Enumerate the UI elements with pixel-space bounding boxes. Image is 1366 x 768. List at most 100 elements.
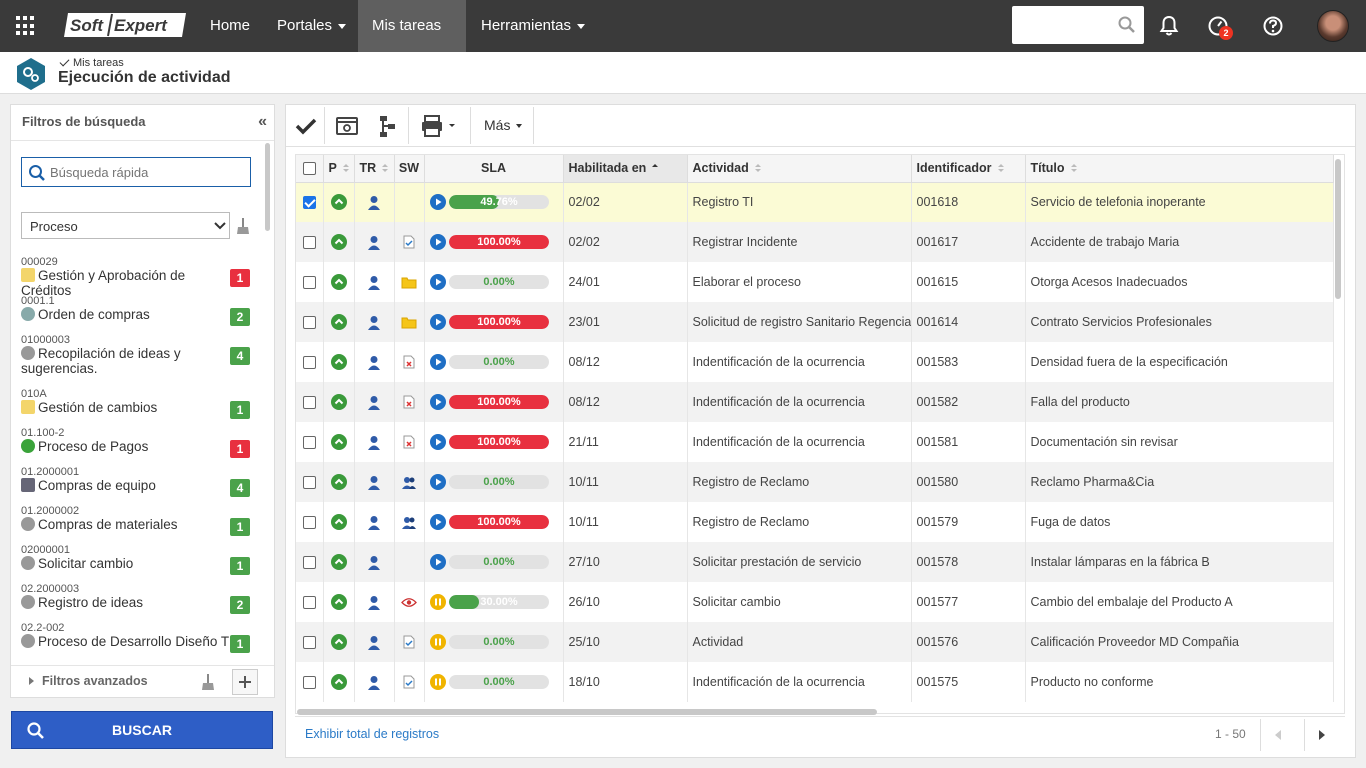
search-button[interactable]: BUSCAR [11, 711, 273, 749]
row-select-cell[interactable] [296, 622, 324, 662]
column-header-tr[interactable]: TR [354, 155, 395, 183]
row-checkbox[interactable] [302, 516, 316, 530]
grid-horizontal-scrollbar[interactable] [297, 709, 877, 715]
process-type-select[interactable]: Proceso [21, 212, 230, 239]
table-row[interactable]: 0.00% 10/11 Registro de Reclamo 001580 Recla… [296, 462, 1334, 502]
nav-mis-tareas[interactable]: Mis tareas [358, 0, 466, 81]
search-icon[interactable] [1118, 16, 1136, 34]
row-checkbox[interactable] [302, 596, 316, 610]
row-checkbox[interactable] [302, 236, 316, 250]
nav-home[interactable]: Home [196, 0, 264, 52]
nav-herramientas[interactable]: Herramientas [467, 0, 599, 52]
process-item[interactable]: 02000001 Solicitar cambio 1 [11, 543, 261, 582]
process-item[interactable]: 01.100-2 Proceso de Pagos 1 [11, 426, 261, 465]
table-row[interactable]: 100.00% 21/11 Indentificación de la ocurre… [296, 422, 1334, 462]
user-avatar[interactable] [1317, 10, 1349, 42]
column-header-titulo[interactable]: Título [1025, 155, 1334, 183]
row-select-cell[interactable] [296, 222, 324, 262]
play-icon[interactable] [429, 354, 446, 370]
play-icon[interactable] [429, 474, 446, 490]
bell-icon[interactable] [1156, 13, 1182, 39]
execute-check-icon[interactable] [290, 105, 322, 147]
row-select-cell[interactable] [296, 382, 324, 422]
column-header-habilitada-en[interactable]: Habilitada en [563, 155, 688, 183]
pause-icon[interactable] [429, 674, 446, 690]
previous-page-button[interactable] [1260, 719, 1297, 751]
select-all-checkbox[interactable] [302, 162, 316, 176]
play-icon[interactable] [429, 274, 446, 290]
column-header-sw[interactable]: SW [394, 155, 425, 183]
play-icon[interactable] [429, 194, 446, 211]
column-header-identificador[interactable]: Identificador [911, 155, 1026, 183]
row-select-cell[interactable] [296, 582, 324, 622]
play-icon[interactable] [429, 514, 446, 530]
row-select-cell[interactable] [296, 302, 324, 342]
table-row[interactable]: 0.00% 24/01 Elaborar el proceso 001615 Otorg… [296, 262, 1334, 302]
filters-scrollbar[interactable] [265, 143, 270, 231]
process-item[interactable]: 01.2000002 Compras de materiales 1 [11, 504, 261, 543]
row-checkbox[interactable] [302, 436, 316, 450]
row-select-cell[interactable] [296, 662, 324, 702]
row-checkbox[interactable] [302, 276, 316, 290]
row-checkbox[interactable] [302, 396, 316, 410]
row-select-cell[interactable] [296, 342, 324, 382]
show-total-records-link[interactable]: Exhibir total de registros [305, 727, 439, 741]
row-checkbox[interactable] [302, 556, 316, 570]
table-row[interactable]: 100.00% 02/02 Registrar Incidente 001617 Acc… [296, 222, 1334, 262]
select-all-header[interactable] [296, 155, 324, 183]
quick-search-field[interactable] [21, 157, 251, 187]
global-search-input[interactable] [1012, 6, 1144, 44]
row-checkbox[interactable] [302, 676, 316, 690]
play-icon[interactable] [429, 434, 446, 450]
add-filter-button[interactable] [232, 669, 258, 695]
workflow-diagram-icon[interactable] [372, 105, 402, 147]
next-page-button[interactable] [1304, 719, 1341, 751]
process-item[interactable]: 000029 Gestión y Aprobación de Créditos … [11, 255, 261, 298]
row-select-cell[interactable] [296, 462, 324, 502]
table-row[interactable]: 30.00% 26/10 Solicitar cambio 001577 Cambio … [296, 582, 1334, 622]
row-checkbox[interactable] [302, 476, 316, 490]
play-icon[interactable] [429, 394, 446, 410]
process-item[interactable]: 02.2000003 Registro de ideas 2 [11, 582, 261, 621]
apps-grid-icon[interactable] [16, 16, 36, 36]
breadcrumb[interactable]: Mis tareas [59, 56, 124, 69]
row-checkbox[interactable] [302, 636, 316, 650]
chevron-down-icon[interactable] [211, 213, 229, 238]
softexpert-logo[interactable]: Soft Expert [62, 11, 188, 39]
clear-filter-icon[interactable] [236, 217, 250, 235]
more-actions-menu[interactable]: Más [484, 117, 523, 133]
column-header-p[interactable]: P [323, 155, 355, 183]
table-row[interactable]: 0.00% 18/10 Indentificación de la ocurrenc… [296, 662, 1334, 702]
pause-icon[interactable] [429, 594, 446, 610]
quick-search-input[interactable] [50, 163, 245, 181]
process-item[interactable]: 010A Gestión de cambios 1 [11, 387, 261, 426]
process-item[interactable]: 01.2000001 Compras de equipo 4 [11, 465, 261, 504]
row-select-cell[interactable] [296, 262, 324, 302]
collapse-panel-icon[interactable]: « [258, 113, 267, 131]
process-item[interactable]: 02.2-002 Proceso de Desarrollo Diseño T … [11, 621, 261, 660]
table-row[interactable]: 100.00% 23/01 Solicitud de registro Sanita… [296, 302, 1334, 342]
row-select-cell[interactable] [296, 542, 324, 582]
row-checkbox[interactable] [302, 196, 316, 210]
process-item[interactable]: 01000003 Recopilación de ideas y sugeren… [11, 333, 261, 387]
print-icon[interactable] [416, 105, 458, 147]
table-row[interactable]: 0.00% 25/10 Actividad 001576 Calificación Pr… [296, 622, 1334, 662]
row-select-cell[interactable] [296, 502, 324, 542]
help-icon[interactable] [1260, 13, 1286, 39]
table-row[interactable]: 100.00% 08/12 Indentificación de la ocurre… [296, 382, 1334, 422]
advanced-filters-toggle[interactable]: Filtros avanzados [29, 674, 148, 688]
row-select-cell[interactable] [296, 182, 324, 222]
table-row[interactable]: 0.00% 27/10 Solicitar prestación de servic… [296, 542, 1334, 582]
row-checkbox[interactable] [302, 356, 316, 370]
view-window-icon[interactable] [332, 105, 362, 147]
pause-icon[interactable] [429, 634, 446, 650]
nav-portales[interactable]: Portales [263, 0, 360, 52]
clear-filter-icon[interactable] [201, 673, 215, 691]
play-icon[interactable] [429, 234, 446, 250]
play-icon[interactable] [429, 314, 446, 330]
row-checkbox[interactable] [302, 316, 316, 330]
grid-vertical-scrollbar[interactable] [1335, 159, 1341, 299]
process-item[interactable]: 0001.1 Orden de compras 2 [11, 294, 261, 333]
play-icon[interactable] [429, 554, 446, 570]
table-row[interactable]: 0.00% 08/12 Indentificación de la ocurrenc… [296, 342, 1334, 382]
